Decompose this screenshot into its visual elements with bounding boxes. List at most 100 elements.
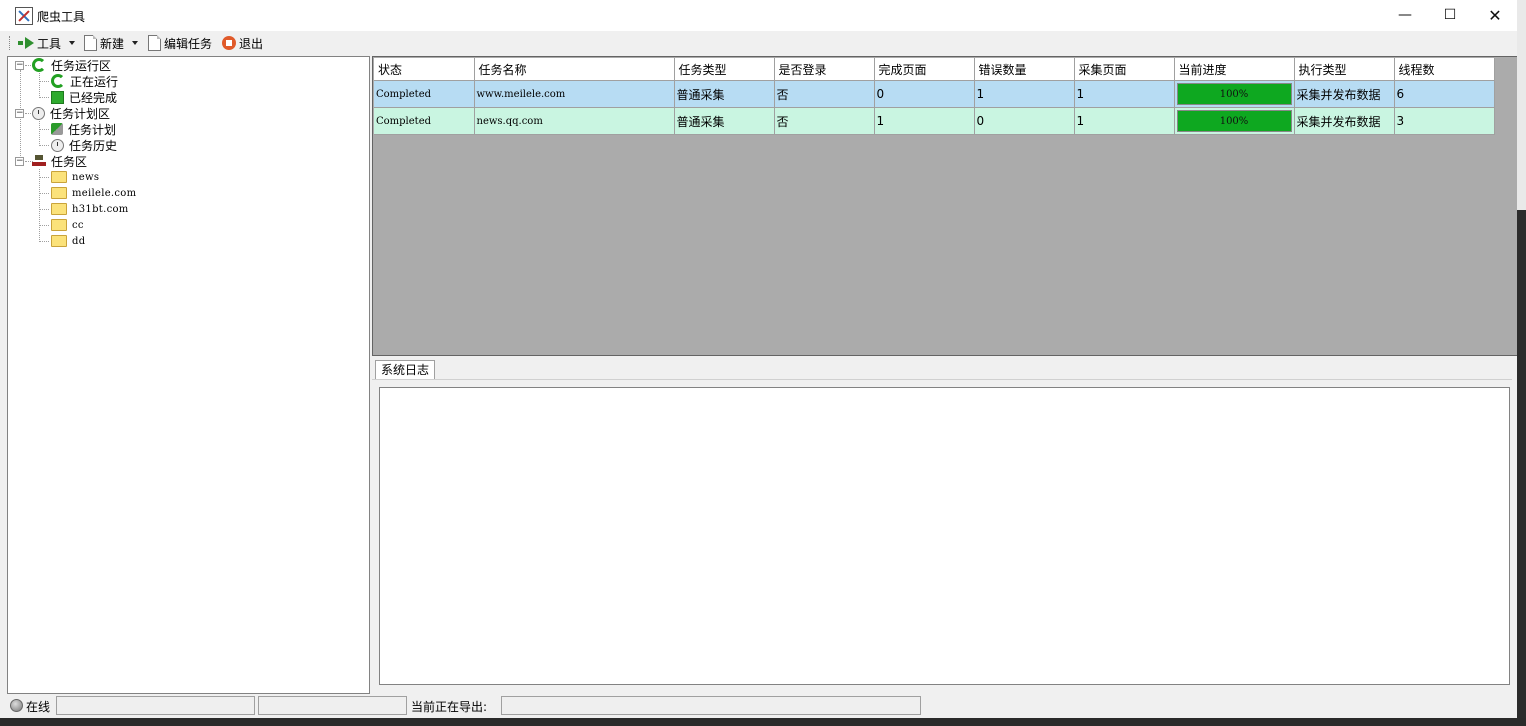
done-pages-cell: 1 (874, 107, 975, 135)
tree-connector (39, 121, 40, 146)
background-desktop (1517, 0, 1526, 726)
login-cell: 否 (774, 80, 875, 108)
edit-task-button[interactable]: 编辑任务 (148, 34, 212, 52)
collapse-toggle[interactable]: − (15, 157, 24, 166)
folder-icon (51, 219, 67, 231)
done-pages-cell: 0 (874, 80, 975, 108)
task-table: 状态 任务名称 任务类型 是否登录 完成页面 错误数量 采集页面 当前进度 执行… (374, 58, 1495, 135)
export-label: 当前正在导出: (411, 700, 488, 714)
table-row[interactable]: Completed www.meilele.com 普通采集 否 0 1 1 1… (374, 80, 1495, 108)
chevron-down-icon (69, 41, 76, 45)
tree-folder-item[interactable]: cc (51, 217, 84, 233)
column-header[interactable]: 是否登录 (774, 58, 875, 81)
close-button[interactable]: ✕ (1472, 0, 1518, 31)
tree-connector (39, 73, 40, 98)
collapse-toggle[interactable]: − (15, 109, 24, 118)
tree-node-running-zone[interactable]: 任务运行区 (32, 57, 111, 73)
toolbar: 工具 新建 编辑任务 退出 (0, 31, 1517, 55)
tree-folder-item[interactable]: meilele.com (51, 185, 136, 201)
folder-icon (51, 235, 67, 247)
task-tree[interactable]: − − − 任务运行区 正在运行 已经完成 任务计划区 任务计划 任务历史 任务… (7, 56, 370, 694)
threads-cell: 3 (1394, 107, 1495, 135)
main-window: 爬虫工具 — ☐ ✕ 工具 新建 编辑任务 退出 − − − 任务运行区 正在运… (0, 0, 1518, 718)
tree-node-running[interactable]: 正在运行 (51, 73, 118, 89)
online-status: 在线 (26, 700, 51, 714)
tree-folder-item[interactable]: dd (51, 233, 85, 249)
export-progress (501, 696, 921, 715)
clock-icon (51, 138, 64, 152)
tab-divider (372, 379, 1512, 380)
exit-label: 退出 (239, 36, 264, 51)
tree-connector (39, 241, 49, 242)
threads-cell: 6 (1394, 80, 1495, 108)
collect-pages-cell: 1 (1074, 80, 1175, 108)
tree-connector (39, 225, 49, 226)
tree-connector (39, 193, 49, 194)
task-type-cell: 普通采集 (674, 80, 775, 108)
task-name-cell: news.qq.com (474, 107, 675, 135)
collapse-toggle[interactable]: − (15, 61, 24, 70)
tree-folder-item[interactable]: news (51, 169, 99, 185)
tree-node-plan-zone[interactable]: 任务计划区 (32, 105, 110, 121)
document-icon (84, 35, 97, 51)
collect-pages-cell: 1 (1074, 107, 1175, 135)
errors-cell: 0 (974, 107, 1075, 135)
table-row[interactable]: Completed news.qq.com 普通采集 否 1 0 1 100% … (374, 107, 1495, 135)
column-header[interactable]: 线程数 (1394, 58, 1495, 81)
tree-folder-label: dd (72, 235, 86, 247)
column-header[interactable]: 完成页面 (874, 58, 975, 81)
tree-node-label: 任务计划区 (50, 106, 111, 121)
column-header[interactable]: 错误数量 (974, 58, 1075, 81)
tools-label: 工具 (37, 36, 62, 51)
folder-icon (51, 171, 67, 183)
exec-type-cell: 采集并发布数据 (1294, 80, 1395, 108)
tree-folder-label: cc (72, 219, 84, 231)
status-cell: Completed (374, 80, 475, 108)
column-header[interactable]: 任务类型 (674, 58, 775, 81)
tree-folder-item[interactable]: h31bt.com (51, 201, 129, 217)
column-header[interactable]: 采集页面 (1074, 58, 1175, 81)
errors-cell: 1 (974, 80, 1075, 108)
new-menu-button[interactable]: 新建 (84, 34, 139, 52)
tree-folder-label: h31bt.com (72, 203, 129, 215)
exit-button[interactable]: 退出 (222, 34, 263, 52)
refresh-icon (51, 74, 65, 88)
tree-folder-label: meilele.com (72, 187, 137, 199)
document-icon (148, 35, 161, 51)
column-header[interactable]: 任务名称 (474, 58, 675, 81)
tree-node-label: 正在运行 (70, 74, 119, 89)
clock-icon (32, 106, 45, 120)
column-header[interactable]: 执行类型 (1294, 58, 1395, 81)
tree-connector (39, 97, 49, 98)
maximize-button[interactable]: ☐ (1427, 0, 1473, 31)
tree-node-plan[interactable]: 任务计划 (51, 121, 116, 137)
table-header-row: 状态 任务名称 任务类型 是否登录 完成页面 错误数量 采集页面 当前进度 执行… (374, 58, 1495, 81)
tab-system-log[interactable]: 系统日志 (375, 360, 436, 380)
tree-node-task-zone[interactable]: 任务区 (32, 153, 87, 169)
tree-connector (39, 169, 40, 242)
minimize-button[interactable]: — (1382, 0, 1428, 31)
tree-folder-label: news (72, 171, 100, 183)
app-icon (15, 7, 33, 25)
title-bar: 爬虫工具 — ☐ ✕ (0, 0, 1517, 31)
tools-menu-button[interactable]: 工具 (18, 34, 76, 52)
task-type-cell: 普通采集 (674, 107, 775, 135)
system-log-textarea[interactable] (379, 387, 1510, 685)
status-light-icon (10, 699, 23, 712)
task-grid[interactable]: 状态 任务名称 任务类型 是否登录 完成页面 错误数量 采集页面 当前进度 执行… (372, 56, 1518, 356)
plan-icon (51, 123, 63, 135)
refresh-icon (32, 58, 46, 72)
folder-icon (51, 203, 67, 215)
column-header[interactable]: 状态 (374, 58, 475, 81)
stop-icon (222, 36, 236, 50)
tree-connector (39, 145, 49, 146)
status-cell: Completed (374, 107, 475, 135)
status-field (258, 696, 407, 715)
login-cell: 否 (774, 107, 875, 135)
progress-bar: 100% (1176, 83, 1292, 105)
chevron-down-icon (132, 41, 139, 45)
tree-node-completed[interactable]: 已经完成 (51, 89, 117, 105)
window-title: 爬虫工具 (37, 10, 86, 24)
column-header[interactable]: 当前进度 (1174, 58, 1295, 81)
tree-node-history[interactable]: 任务历史 (51, 137, 117, 153)
